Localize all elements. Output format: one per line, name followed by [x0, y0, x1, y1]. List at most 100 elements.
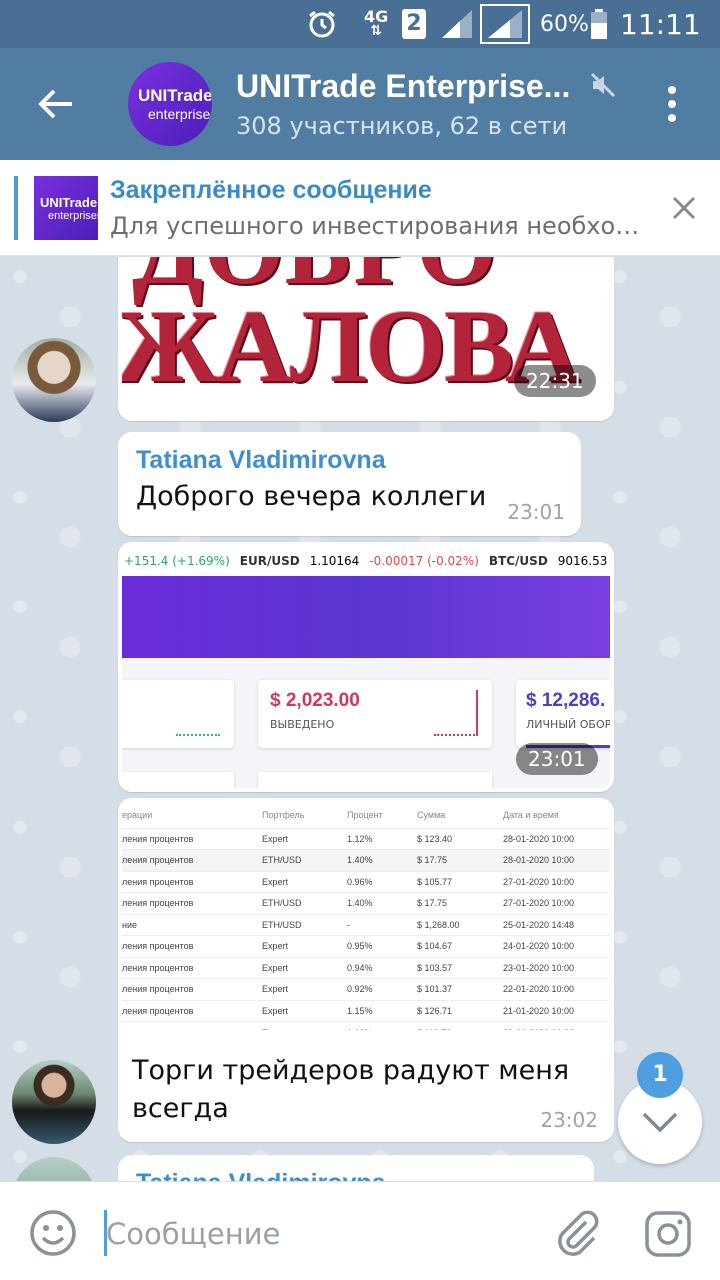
- signal-icon: [440, 0, 476, 48]
- table-row: ние ETH/USD - $ 1,268.00 25-01-2020 14:48: [122, 913, 610, 936]
- paperclip-icon[interactable]: [552, 1208, 602, 1258]
- table-cell: ления процентов: [122, 956, 262, 979]
- table-cell: ления процентов: [122, 935, 262, 957]
- ticker-price: 9016.53: [557, 554, 608, 568]
- battery-icon: [590, 0, 608, 48]
- network-indicator: 4G ⇅: [364, 7, 389, 39]
- table-cell: 23-01-2020 10:00: [503, 956, 610, 979]
- more-options-button[interactable]: [652, 78, 692, 130]
- column-header: Процент: [347, 809, 383, 820]
- table-cell: 24-01-2020 10:00: [503, 935, 610, 957]
- sim-number: 2: [402, 9, 426, 39]
- chat-title[interactable]: UNITrade Enterprise...: [236, 68, 586, 105]
- alarm-icon: [306, 0, 338, 48]
- table-cell: 1.06%: [347, 1021, 417, 1030]
- pinned-message[interactable]: UNITrade enterprises Закреплённое сообще…: [0, 160, 720, 256]
- avatar-logo-text: UNITrade: [138, 86, 212, 105]
- table-cell: 1.40%: [347, 849, 417, 871]
- ticker-pair: EUR/USD: [239, 554, 300, 568]
- pinned-thumbnail: UNITrade enterprises: [34, 176, 98, 240]
- chat-header: UNITrade enterprises UNITrade Enterprise…: [0, 48, 720, 160]
- table-cell: 0.94%: [347, 956, 417, 979]
- table-cell: 22-01-2020 10:00: [503, 978, 610, 1000]
- avatar-logo-subtext: enterprises: [148, 106, 212, 122]
- ticker-change: +151.4 (+1.69%): [124, 554, 230, 568]
- ticker-strip: +151.4 (+1.69%) EUR/USD 1.10164 -0.00017…: [122, 546, 610, 576]
- text-message[interactable]: Tatiana Vladimirovna Доброго вечера колл…: [118, 432, 581, 536]
- message-input[interactable]: [106, 1212, 526, 1256]
- table-cell: 28-01-2020 10:00: [503, 849, 610, 871]
- image-message-operations[interactable]: ерации Портфель Процент Сумма Дата и вре…: [118, 798, 614, 1142]
- chat-subtitle: 308 участников, 62 в сети: [236, 112, 568, 140]
- table-cell: ления процентов: [122, 827, 262, 850]
- table-cell: Expert: [262, 935, 347, 957]
- table-cell: Expert: [262, 827, 347, 850]
- mute-icon: [590, 72, 616, 98]
- table-row: ления процентов Expert 0.96% $ 105.77 27-01-…: [122, 870, 610, 893]
- operations-table: ерации Портфель Процент Сумма Дата и вре…: [122, 802, 610, 1030]
- table-cell: ления процентов: [122, 870, 262, 893]
- emoji-icon[interactable]: [28, 1208, 78, 1258]
- message-time: 23:01: [516, 743, 598, 775]
- table-cell: $ 1,268.00: [417, 913, 503, 936]
- image-message-dashboard[interactable]: +151.4 (+1.69%) EUR/USD 1.10164 -0.00017…: [118, 542, 614, 792]
- dashboard-banner: [122, 576, 610, 658]
- table-cell: Expert: [262, 870, 347, 893]
- greeting-image-text: ЖАЛОВА: [122, 289, 580, 404]
- table-cell: $ 101.37: [417, 978, 503, 1000]
- sender-name[interactable]: Tatiana Vladimirovna: [136, 1169, 576, 1181]
- table-cell: Expert: [262, 1021, 347, 1030]
- message-time: 23:02: [540, 1108, 598, 1132]
- back-button[interactable]: [26, 76, 86, 132]
- text-message[interactable]: Tatiana Vladimirovna: [118, 1155, 594, 1181]
- network-type: 4G: [364, 7, 389, 26]
- ticker-change: -0.00017 (-0.02%): [369, 554, 479, 568]
- table-cell: 27-01-2020 10:00: [503, 892, 610, 914]
- thumb-logo-subtext: enterprises: [48, 209, 98, 222]
- table-cell: ние: [122, 913, 262, 936]
- user-avatar[interactable]: [12, 338, 96, 422]
- more-vertical-icon: [668, 86, 676, 94]
- stat-card-withdrawn: $ 2,023.00 ВЫВЕДЕНО: [258, 680, 492, 748]
- table-row: ления процентовExpert1.06%$ 116.7920-01-…: [122, 1021, 610, 1030]
- back-arrow-icon: [38, 89, 72, 119]
- message-time: 23:01: [507, 500, 565, 524]
- table-cell: 0.92%: [347, 978, 417, 1000]
- signal-icon-2: [480, 0, 530, 48]
- table-cell: $ 123.40: [417, 827, 503, 850]
- table-cell: Expert: [262, 999, 347, 1022]
- operations-table-image: ерации Портфель Процент Сумма Дата и вре…: [122, 802, 610, 1030]
- table-cell: -: [347, 913, 417, 936]
- message-list[interactable]: ДОБРО ЖАЛОВА 22:31 Tatiana Vladimirovna …: [0, 257, 720, 1181]
- table-cell: ETH/USD: [262, 849, 347, 871]
- clock: 11:11: [620, 7, 701, 41]
- table-cell: ления процентов: [122, 849, 262, 871]
- table-row: ления процентов ETH/USD 1.40% $ 17.75 27-01-…: [122, 892, 610, 914]
- pinned-title: Закреплённое сообщение: [110, 176, 432, 204]
- user-avatar[interactable]: [12, 1060, 96, 1144]
- group-avatar[interactable]: UNITrade enterprises: [128, 62, 212, 146]
- table-cell: ETH/USD: [262, 892, 347, 914]
- table-cell: $ 104.67: [417, 935, 503, 957]
- camera-icon[interactable]: [644, 1210, 692, 1258]
- sim-indicator: 2: [402, 0, 426, 48]
- table-row: ления процентов Expert 0.95% $ 104.67 24-01-…: [122, 935, 610, 957]
- table-cell: 0.96%: [347, 870, 417, 893]
- stat-value: $ 12,286.: [526, 690, 606, 711]
- table-cell: ления процентов: [122, 892, 262, 914]
- close-icon[interactable]: [664, 188, 704, 228]
- image-message-greeting[interactable]: ДОБРО ЖАЛОВА 22:31: [118, 257, 614, 421]
- pinned-accent-bar: [14, 176, 18, 240]
- stat-card-turnover: $ 12,286. ЛИЧНЫЙ ОБОР: [516, 680, 610, 748]
- table-cell: $ 105.77: [417, 870, 503, 893]
- pinned-text: Для успешного инвестирования необход...: [110, 212, 640, 240]
- table-cell: 28-01-2020 10:00: [503, 827, 610, 850]
- table-row: ления процентов Expert 0.92% $ 101.37 22-01-…: [122, 978, 610, 1000]
- thumb-logo-text: UNITrade: [40, 194, 98, 210]
- table-cell: ления процентов: [122, 978, 262, 1000]
- table-cell: $ 17.75: [417, 849, 503, 871]
- sender-name[interactable]: Tatiana Vladimirovna: [136, 446, 563, 475]
- message-composer: [0, 1181, 720, 1280]
- message-caption: Торги трейдеров радуют меня всегда: [132, 1055, 570, 1124]
- unread-count-badge[interactable]: 1: [637, 1052, 683, 1098]
